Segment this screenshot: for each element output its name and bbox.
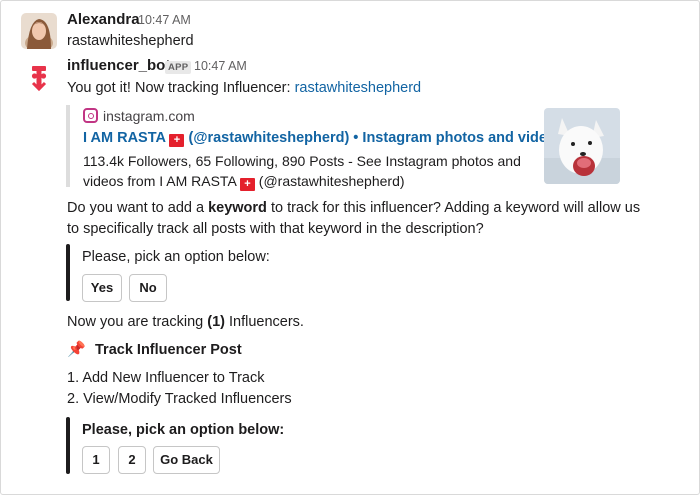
menu-item-add: 1. Add New Influencer to Track <box>67 370 265 386</box>
unfurl-desc-line2-pre: videos from I AM RASTA <box>83 173 240 189</box>
option-1-button[interactable]: 1 <box>82 446 110 474</box>
swiss-flag-icon: + <box>239 178 255 191</box>
chat-frame <box>0 0 700 495</box>
tracking-post: Influencers. <box>224 314 304 330</box>
question-post: to track for this influencer? Adding a k… <box>266 200 641 216</box>
question-pre: Do you want to add a <box>67 200 209 216</box>
option-2-button[interactable]: 2 <box>118 446 146 474</box>
menu-item-view: 2. View/Modify Tracked Influencers <box>67 391 292 407</box>
question-keyword: keyword <box>208 200 267 216</box>
unfurl-desc-line2: videos from I AM RASTA + (@rastawhiteshe… <box>83 171 543 191</box>
user-author-name[interactable]: Alexandra <box>67 11 140 28</box>
unfurl-title-post: (@rastawhiteshepherd) • Instagram photos… <box>184 130 564 146</box>
bot-intro-line: You got it! Now tracking Influencer: ras… <box>67 80 421 96</box>
section-title: Track Influencer Post <box>95 342 242 358</box>
app-badge: APP <box>165 61 192 74</box>
bot-timestamp[interactable]: 10:47 AM <box>194 59 247 73</box>
unfurl-desc-line2-post: (@rastawhiteshepherd) <box>254 173 405 189</box>
go-back-button[interactable]: Go Back <box>153 446 220 474</box>
pushpin-icon: 📌 <box>67 341 86 358</box>
block2-prompt: Please, pick an option below: <box>82 422 285 438</box>
tracking-pre: Now you are tracking <box>67 314 208 330</box>
block2-bar <box>66 417 70 474</box>
user-avatar[interactable] <box>21 13 57 49</box>
unfurl-description: 113.4k Followers, 65 Following, 890 Post… <box>83 151 543 191</box>
tracking-count: (1) <box>207 314 225 330</box>
unfurl-title[interactable]: I AM RASTA + (@rastawhiteshepherd) • Ins… <box>83 130 564 147</box>
swiss-flag-icon: + <box>169 134 185 147</box>
block1-prompt: Please, pick an option below: <box>82 249 270 265</box>
keyword-question-line1: Do you want to add a keyword to track fo… <box>67 200 640 216</box>
instagram-icon <box>83 108 98 123</box>
yes-button[interactable]: Yes <box>82 274 122 302</box>
block1-bar <box>66 244 70 301</box>
tracking-status: Now you are tracking (1) Influencers. <box>67 314 304 330</box>
influencer-link[interactable]: rastawhiteshepherd <box>295 80 422 96</box>
no-button[interactable]: No <box>129 274 167 302</box>
unfurl-thumbnail[interactable] <box>544 108 620 184</box>
unfurl-title-pre: I AM RASTA <box>83 130 170 146</box>
bot-author-name[interactable]: influencer_bot <box>67 57 170 74</box>
bot-logo-icon <box>21 59 57 95</box>
bot-avatar[interactable] <box>21 59 57 95</box>
user-message-text: rastawhiteshepherd <box>67 33 194 49</box>
unfurl-site: instagram.com <box>103 108 195 124</box>
unfurl-desc-line1: 113.4k Followers, 65 Following, 890 Post… <box>83 153 521 169</box>
bot-intro-text: You got it! Now tracking Influencer: <box>67 80 295 96</box>
keyword-question-line2: to specifically track all posts with tha… <box>67 221 484 237</box>
link-unfurl[interactable]: instagram.com I AM RASTA + (@rastawhites… <box>66 105 626 191</box>
dog-image <box>544 108 620 184</box>
user-timestamp[interactable]: 10:47 AM <box>138 13 191 27</box>
